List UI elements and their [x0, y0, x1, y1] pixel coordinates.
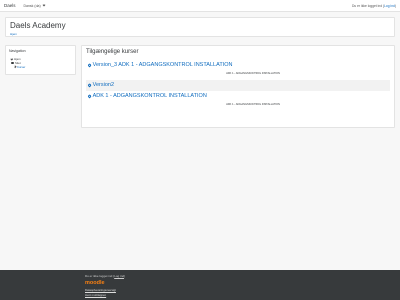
- page-title: Daels Academy: [10, 21, 66, 30]
- course-summary: ADK 1 - ADGANGSKONTROL INSTALLATION: [226, 103, 280, 106]
- caret-down-icon: [10, 57, 13, 61]
- navigation-block: Navigation Hjem Sitet Kurser: [5, 45, 76, 75]
- course-icon: [87, 63, 92, 67]
- navigation-block-title: Navigation: [9, 49, 26, 53]
- data-retention-link[interactable]: Dataopbevaringsoversigt: [85, 288, 400, 292]
- site-brand-link[interactable]: Daels: [4, 3, 16, 8]
- available-courses-section: Tilgængelige kurser Version_3 ADK 1 - AD…: [81, 45, 395, 128]
- bullet-icon: [11, 61, 14, 65]
- breadcrumb-home[interactable]: Hjem: [10, 32, 390, 36]
- footer-login-link[interactable]: Log ind: [114, 274, 124, 278]
- course-item: ADK 1 - ADGANGSKONTROL INSTALLATION ADK …: [86, 91, 390, 111]
- language-menu[interactable]: Dansk (da): [23, 3, 46, 8]
- page-header: Daels Academy Hjem: [5, 17, 395, 37]
- top-navbar: Daels Dansk (da) Du er ikke logget ind (…: [0, 0, 400, 12]
- chevron-down-icon: [42, 3, 46, 7]
- course-item: Version_3 ADK 1 - ADGANGSKONTROL INSTALL…: [86, 60, 390, 80]
- page-footer: Du er ikke logget ind (Log ind) moodle D…: [0, 270, 400, 300]
- login-link[interactable]: Log ind: [384, 4, 395, 8]
- moodle-logo[interactable]: moodle: [85, 280, 400, 286]
- course-name: Version_3 ADK 1 - ADGANGSKONTROL INSTALL…: [92, 62, 233, 68]
- footer-login-prefix: Du er ikke logget ind (: [85, 274, 115, 278]
- footer-login-info: Du er ikke logget ind (Log ind): [85, 274, 400, 278]
- nav-item-courses[interactable]: Kurser: [9, 65, 72, 69]
- course-item: Version2: [86, 80, 390, 91]
- course-link[interactable]: Version_3 ADK 1 - ADGANGSKONTROL INSTALL…: [87, 62, 388, 68]
- course-summary: ADK 1 - ADGANGSKONTROL INSTALLATION: [226, 72, 280, 75]
- login-suffix: ): [394, 3, 396, 8]
- course-name: Version2: [92, 82, 114, 88]
- course-icon: [87, 83, 92, 87]
- caret-right-icon: [13, 65, 16, 69]
- course-icon: [87, 94, 92, 98]
- login-info: Du er ikke logget ind (Log ind): [352, 4, 396, 8]
- nav-item-label: Kurser: [17, 65, 26, 69]
- course-link[interactable]: Version2: [87, 82, 388, 88]
- course-name: ADK 1 - ADGANGSKONTROL INSTALLATION: [92, 93, 207, 99]
- course-link[interactable]: ADK 1 - ADGANGSKONTROL INSTALLATION: [87, 93, 388, 99]
- language-label: Dansk (da): [23, 3, 41, 8]
- mobile-app-link[interactable]: Hent mobilappen: [85, 293, 400, 297]
- section-heading: Tilgængelige kurser: [86, 49, 139, 55]
- login-prefix: Du er ikke logget ind (: [351, 3, 385, 8]
- footer-login-suffix: ): [124, 274, 126, 278]
